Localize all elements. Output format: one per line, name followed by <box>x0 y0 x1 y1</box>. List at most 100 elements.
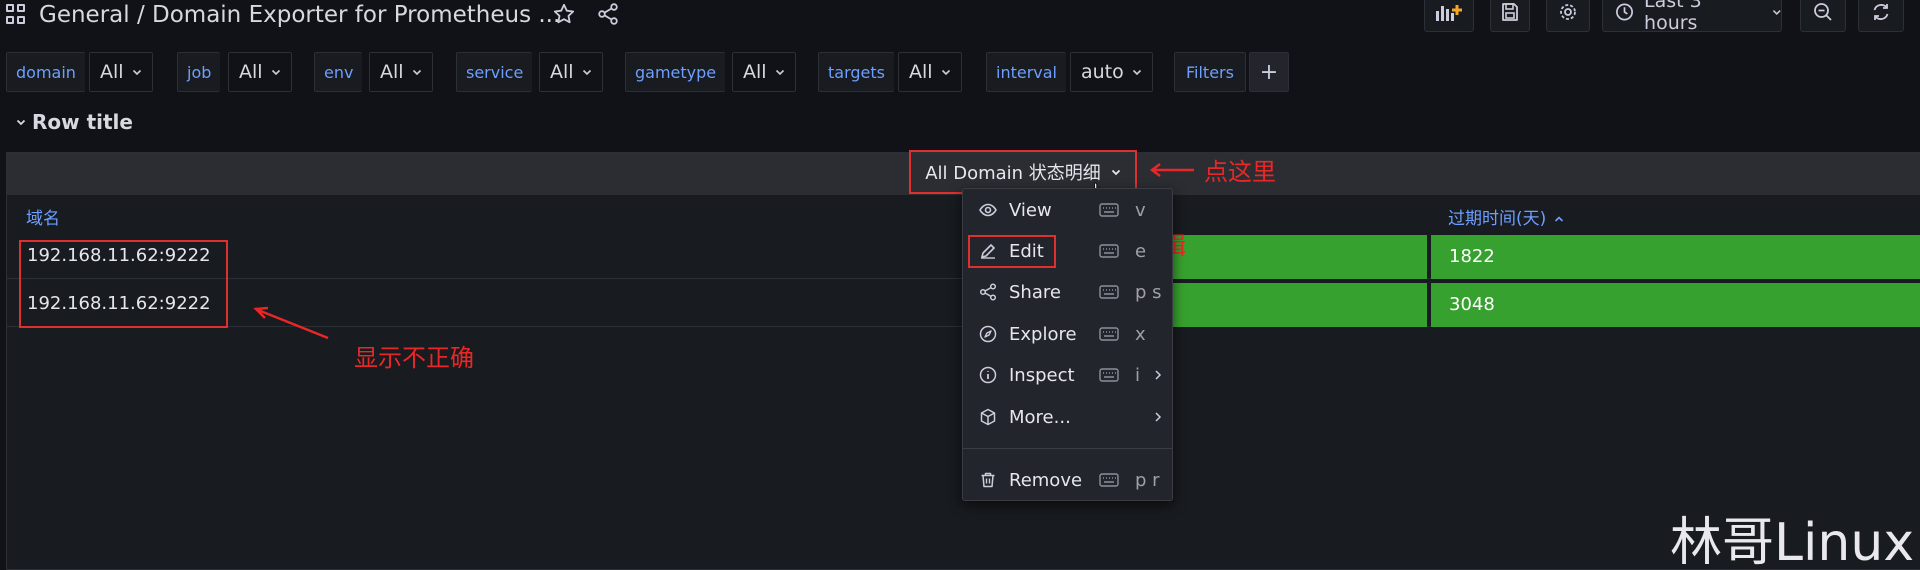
apps-grid-icon[interactable] <box>6 4 26 24</box>
compass-icon <box>979 325 997 343</box>
cube-icon <box>980 408 996 426</box>
menu-item-label: More... <box>1009 406 1071 428</box>
chevron-down-icon <box>271 69 280 76</box>
row-collapse-toggle[interactable]: Row title <box>16 110 133 134</box>
top-bar: General / Domain Exporter for Prometheus… <box>0 0 1920 34</box>
star-icon[interactable] <box>552 2 576 26</box>
chevron-right-icon <box>1155 370 1162 380</box>
menu-item-shortcut: e <box>1135 240 1147 262</box>
time-range-picker[interactable]: Last 3 hours <box>1602 0 1782 34</box>
var-label-domain: domain <box>6 52 85 92</box>
annotation-click-here: 点这里 <box>1149 152 1276 187</box>
share-icon <box>979 283 997 301</box>
add-panel-button[interactable] <box>1424 0 1474 32</box>
menu-item-shortcut: i <box>1135 364 1141 386</box>
var-select-env[interactable]: All <box>369 52 433 92</box>
menu-item-shortcut: v <box>1135 199 1146 221</box>
menu-divider <box>963 448 1172 449</box>
panel-title: All Domain 状态明细 <box>925 163 1101 184</box>
chevron-down-icon <box>16 119 26 126</box>
annotation-highlight-box <box>968 235 1056 268</box>
menu-item-label: Explore <box>1009 323 1077 345</box>
var-select-interval[interactable]: auto <box>1070 52 1153 92</box>
var-value-service: All <box>550 61 574 83</box>
trash-icon <box>981 472 995 488</box>
keyboard-icon <box>1099 244 1119 258</box>
chevron-down-icon <box>775 69 784 76</box>
filters-label: Filters <box>1174 52 1246 92</box>
save-icon <box>1502 3 1518 21</box>
var-select-job[interactable]: All <box>228 52 292 92</box>
save-dashboard-button[interactable] <box>1490 0 1530 32</box>
eye-icon <box>979 203 997 217</box>
share-icon[interactable] <box>596 2 620 26</box>
menu-item-label: Share <box>1009 281 1061 303</box>
chevron-down-icon <box>1111 169 1120 176</box>
keyboard-icon <box>1099 327 1119 341</box>
menu-item-label: Remove <box>1009 469 1083 491</box>
menu-item-label: Inspect <box>1009 364 1075 386</box>
var-select-gametype[interactable]: All <box>732 52 796 92</box>
zoom-out-icon <box>1814 3 1832 21</box>
refresh-button[interactable] <box>1858 0 1904 32</box>
menu-item-explore[interactable]: Explore x <box>963 314 1172 354</box>
var-label-interval: interval <box>986 52 1066 92</box>
annotation-arrow-icon <box>1149 162 1194 177</box>
info-icon <box>979 366 997 384</box>
menu-item-label: View <box>1009 199 1052 221</box>
column-header-domain[interactable]: 域名 <box>26 201 60 237</box>
clock-icon <box>1616 3 1633 21</box>
menu-item-shortcut: p r <box>1135 469 1160 491</box>
menu-item-shortcut: p s <box>1135 281 1162 303</box>
chevron-down-icon <box>582 69 591 76</box>
var-value-job: All <box>239 61 263 83</box>
zoom-out-button[interactable] <box>1800 0 1846 32</box>
menu-item-more[interactable]: More... <box>963 397 1172 437</box>
gear-icon <box>1560 4 1576 20</box>
menu-item-inspect[interactable]: Inspect i <box>963 355 1172 395</box>
var-label-targets: targets <box>818 52 894 92</box>
refresh-icon <box>1873 4 1889 20</box>
column-header-expire-label: 过期时间(天) <box>1448 209 1547 229</box>
row-title: Row title <box>32 110 133 134</box>
breadcrumb[interactable]: General / Domain Exporter for Prometheus… <box>39 0 560 30</box>
annotation-highlight-box <box>19 240 228 328</box>
var-select-targets[interactable]: All <box>898 52 962 92</box>
chevron-down-icon <box>1772 10 1781 15</box>
chevron-down-icon <box>132 69 141 76</box>
var-value-targets: All <box>909 61 933 83</box>
chevron-down-icon <box>1132 69 1141 76</box>
panel-context-menu: View v Edit e Share p s Explore x Inspec… <box>962 188 1173 501</box>
var-select-domain[interactable]: All <box>89 52 153 92</box>
annotation-click-here-text: 点这里 <box>1204 158 1276 186</box>
chevron-down-icon <box>412 69 421 76</box>
chevron-right-icon <box>1155 412 1162 422</box>
menu-item-shortcut: x <box>1135 323 1146 345</box>
var-value-domain: All <box>100 61 124 83</box>
var-label-job: job <box>177 52 221 92</box>
time-range-label: Last 3 hours <box>1644 0 1702 34</box>
annotation-arrow-icon <box>253 306 329 340</box>
keyboard-icon <box>1099 473 1119 487</box>
var-select-service[interactable]: All <box>539 52 603 92</box>
watermark: 林哥Linux <box>1670 513 1915 570</box>
expire-cell-bg <box>1431 283 1920 327</box>
var-value-gametype: All <box>743 61 767 83</box>
menu-item-share[interactable]: Share p s <box>963 272 1172 312</box>
keyboard-icon <box>1099 368 1119 382</box>
chevron-down-icon <box>941 69 950 76</box>
sort-ascending-icon <box>1555 216 1564 222</box>
expire-cell-bg <box>1431 235 1920 279</box>
annotation-wrong-display-text: 显示不正确 <box>354 344 474 372</box>
keyboard-icon <box>1099 285 1119 299</box>
column-header-expire[interactable]: 过期时间(天) <box>1448 201 1564 237</box>
add-panel-icon <box>1436 5 1462 21</box>
var-label-service: service <box>456 52 533 92</box>
menu-item-view[interactable]: View v <box>963 190 1172 230</box>
dashboard-settings-button[interactable] <box>1546 0 1590 32</box>
keyboard-icon <box>1099 203 1119 217</box>
var-value-interval: auto <box>1081 61 1124 83</box>
add-filter-button[interactable]: + <box>1249 52 1289 92</box>
menu-item-remove[interactable]: Remove p r <box>963 460 1172 500</box>
var-label-env: env <box>314 52 363 92</box>
